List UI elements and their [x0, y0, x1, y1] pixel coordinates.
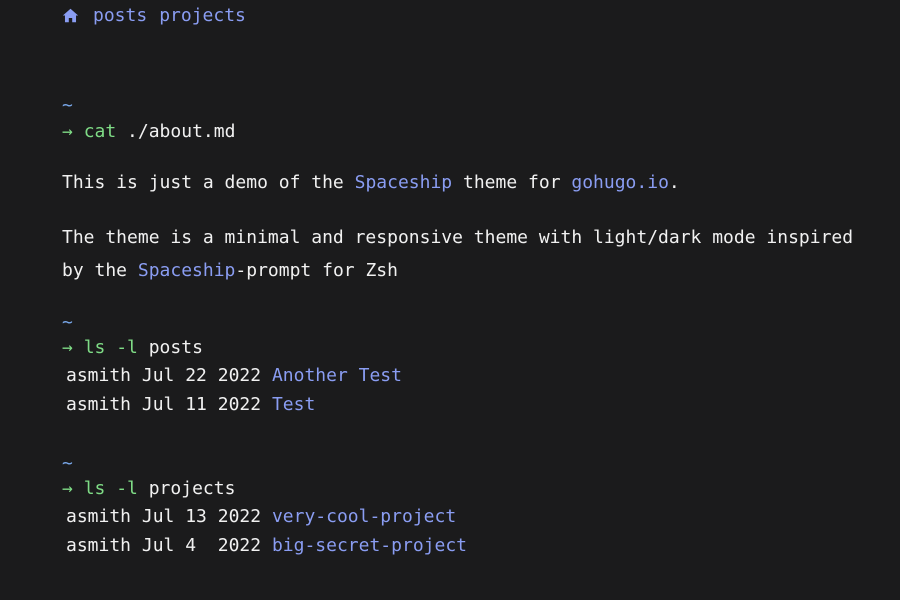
prompt-arrow-icon: → — [62, 121, 73, 142]
about-paragraph-1: This is just a demo of the Spaceship the… — [62, 172, 680, 194]
project-link[interactable]: very-cool-project — [272, 506, 456, 527]
command-name: cat — [83, 121, 117, 142]
item-owner: asmith — [66, 506, 132, 527]
about-text: by the — [62, 260, 138, 281]
command-argument: projects — [148, 478, 236, 499]
item-date: Jul 4 2022 — [141, 535, 262, 556]
about-text: This is just a demo of the — [62, 172, 355, 193]
about-paragraph-2-line-2: by the Spaceship-prompt for Zsh — [62, 260, 398, 282]
list-item: asmith Jul 22 2022 Another Test — [66, 365, 402, 387]
item-date: Jul 22 2022 — [141, 365, 262, 386]
home-icon[interactable] — [62, 7, 79, 24]
command-argument: posts — [148, 337, 203, 358]
list-item: asmith Jul 11 2022 Test — [66, 394, 315, 416]
top-nav: posts projects — [62, 4, 258, 26]
list-item: asmith Jul 4 2022 big-secret-project — [66, 535, 467, 557]
spaceship-link[interactable]: Spaceship — [355, 172, 453, 193]
command-name: ls -l — [83, 337, 138, 358]
prompt-arrow-icon: → — [62, 337, 73, 358]
nav-link-posts[interactable]: posts — [93, 5, 147, 26]
command-name: ls -l — [83, 478, 138, 499]
item-date: Jul 11 2022 — [141, 394, 262, 415]
about-text: theme for — [452, 172, 572, 193]
prompt-line-projects: → ls -l projects — [62, 478, 235, 500]
post-link[interactable]: Another Test — [272, 365, 402, 386]
about-text: . — [668, 172, 680, 193]
spaceship-prompt-link[interactable]: Spaceship — [138, 260, 236, 281]
item-owner: asmith — [66, 365, 132, 386]
prompt-tilde: ~ — [62, 453, 73, 474]
command-argument: ./about.md — [127, 121, 236, 142]
prompt-tilde: ~ — [62, 95, 73, 116]
prompt-line-about: → cat ./about.md — [62, 121, 235, 143]
list-item: asmith Jul 13 2022 very-cool-project — [66, 506, 456, 528]
item-owner: asmith — [66, 535, 132, 556]
about-paragraph-2-line-1: The theme is a minimal and responsive th… — [62, 227, 853, 249]
about-text: -prompt for Zsh — [235, 260, 398, 281]
nav-link-projects[interactable]: projects — [159, 5, 246, 26]
terminal-page: posts projects ~ → cat ./about.md This i… — [0, 0, 900, 600]
prompt-tilde: ~ — [62, 312, 73, 333]
about-text: The theme is a minimal and responsive th… — [62, 227, 854, 248]
item-owner: asmith — [66, 394, 132, 415]
project-link[interactable]: big-secret-project — [272, 535, 467, 556]
item-date: Jul 13 2022 — [141, 506, 262, 527]
prompt-arrow-icon: → — [62, 478, 73, 499]
prompt-line-posts: → ls -l posts — [62, 337, 203, 359]
gohugo-link[interactable]: gohugo.io — [571, 172, 669, 193]
post-link[interactable]: Test — [272, 394, 315, 415]
